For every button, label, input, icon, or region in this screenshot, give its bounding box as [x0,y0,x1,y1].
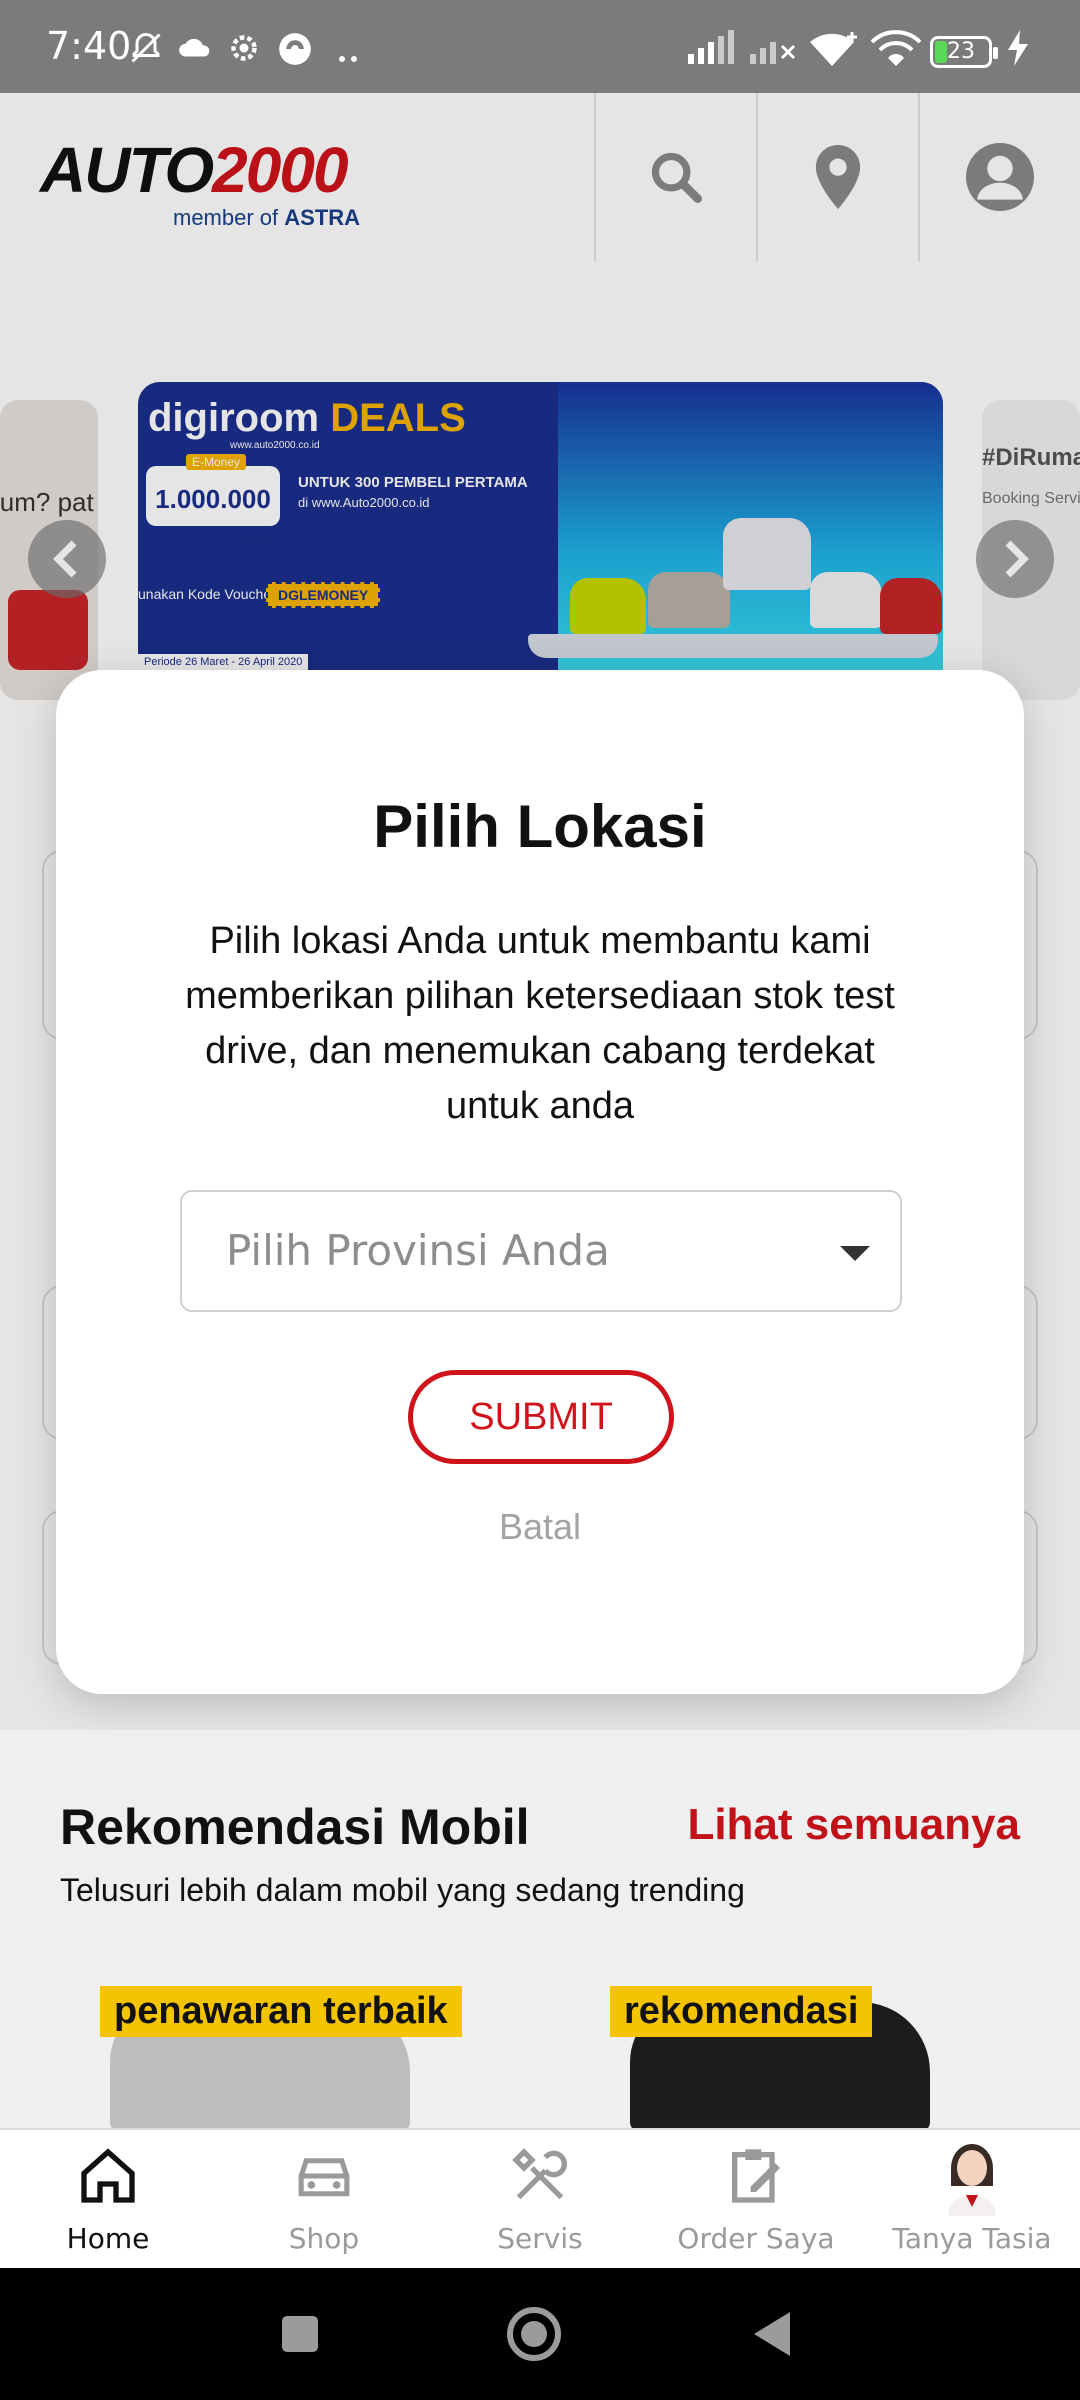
more-icon [338,36,360,70]
cancel-button[interactable]: Batal [56,1506,1024,1548]
nav-order-saya[interactable]: Order Saya [648,2130,864,2270]
bell-off-icon [128,30,164,72]
recents-button[interactable] [270,2304,330,2364]
nav-servis[interactable]: Servis [432,2130,648,2270]
wifi-plus-icon [808,30,860,74]
battery-indicator: 23 [930,36,998,68]
status-bar: 7:40 23 [0,0,1080,93]
square-icon [282,2316,318,2352]
car-icon [298,2158,350,2197]
triangle-back-icon [754,2312,790,2356]
assistant-avatar-icon [948,2144,996,2216]
dialog-description: Pilih lokasi Anda untuk membantu kami me… [185,920,895,1127]
dialog-title: Pilih Lokasi [373,793,707,860]
caret-down-icon [840,1246,870,1261]
nav-tanya-tasia[interactable]: Tanya Tasia [864,2130,1080,2270]
signal-x-icon [750,30,796,70]
tools-icon [512,2148,567,2200]
nav-shop[interactable]: Shop [216,2130,432,2270]
province-select-placeholder: Pilih Provinsi Anda [226,1226,610,1275]
wifi-icon [870,30,922,74]
submit-button[interactable]: SUBMIT [408,1370,674,1464]
clipboard-icon [732,2149,780,2203]
vpn-icon [276,30,314,74]
status-time: 7:40 [46,24,132,68]
recommendation-section: Rekomendasi Mobil Lihat semuanya Telusur… [0,1730,1080,2132]
battery-level: 23 [947,39,975,64]
location-dialog: Pilih Lokasi Pilih lokasi Anda untuk mem… [56,670,1024,1694]
car-card[interactable]: rekomendasi [560,1966,980,2132]
car-badge: penawaran terbaik [100,1986,462,2037]
home-icon [81,2148,135,2203]
see-all-link[interactable]: Lihat semuanya [687,1800,1020,1850]
section-subtitle: Telusuri lebih dalam mobil yang sedang t… [60,1872,745,1908]
home-system-button[interactable] [504,2304,564,2364]
bottom-navigation: Home Shop Servis Order Saya Tanya Tasia [0,2128,1080,2268]
cloud-icon [176,30,214,70]
section-title: Rekomendasi Mobil [60,1799,530,1855]
back-button[interactable] [744,2304,804,2364]
province-select[interactable]: Pilih Provinsi Anda [180,1190,902,1312]
circle-icon [507,2307,561,2361]
system-navigation-bar [0,2268,1080,2400]
nav-home[interactable]: Home [0,2130,216,2270]
charging-icon [1006,30,1030,72]
car-card[interactable]: penawaran terbaik [60,1966,480,2132]
signal-icon [688,30,734,70]
settings-icon [226,30,262,72]
car-badge: rekomendasi [610,1986,873,2037]
